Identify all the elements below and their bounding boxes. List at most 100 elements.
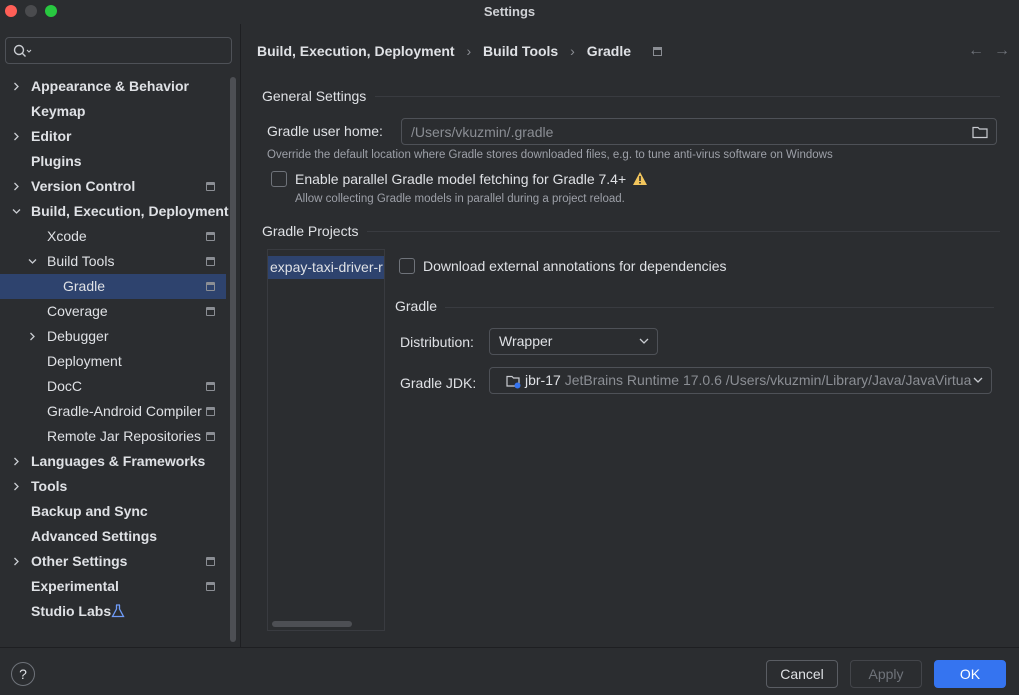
sidebar-item-label: Languages & Frameworks <box>31 453 206 469</box>
parallel-fetching-checkbox[interactable] <box>271 171 287 187</box>
chevron-right-icon: › <box>570 43 575 60</box>
download-annotations-checkbox[interactable] <box>399 258 415 274</box>
project-level-icon <box>206 432 215 441</box>
sidebar-item-label: DocC <box>47 378 83 394</box>
download-annotations-label[interactable]: Download external annotations for depend… <box>423 258 727 274</box>
flask-icon <box>111 604 125 618</box>
sidebar-item[interactable]: Build, Execution, Deployment <box>0 199 229 224</box>
chevron-right-icon[interactable] <box>12 457 21 466</box>
chevron-right-icon: › <box>466 43 472 60</box>
sidebar-item[interactable]: Remote Jar Repositories <box>0 424 226 449</box>
settings-search-input[interactable] <box>5 37 232 64</box>
project-level-icon <box>206 557 215 566</box>
project-level-icon <box>206 382 215 391</box>
search-icon <box>13 44 32 57</box>
projects-list-scrollbar[interactable] <box>272 621 352 627</box>
gradle-jdk-select[interactable]: jbr-17 JetBrains Runtime 17.0.6 /Users/v… <box>489 367 992 394</box>
gradle-user-home-field[interactable]: /Users/vkuzmin/.gradle <box>401 118 997 145</box>
distribution-select[interactable]: Wrapper <box>489 328 658 355</box>
back-arrow-icon[interactable]: ← <box>968 42 984 60</box>
chevron-right-icon[interactable] <box>12 132 21 141</box>
project-level-icon <box>206 582 215 591</box>
section-divider <box>375 96 1000 97</box>
sidebar-item[interactable]: Coverage <box>0 299 226 324</box>
sidebar-item[interactable]: Keymap <box>0 99 226 124</box>
sidebar-item[interactable]: Plugins <box>0 149 226 174</box>
sidebar-item[interactable]: Editor <box>0 124 226 149</box>
sidebar-item-label: Plugins <box>31 153 82 169</box>
gradle-jdk-label: Gradle JDK: <box>400 375 477 391</box>
sidebar-item[interactable]: Experimental <box>0 574 226 599</box>
sidebar-item-label: Other Settings <box>31 553 128 569</box>
sidebar-item-label: Xcode <box>47 228 87 244</box>
project-level-icon <box>206 307 215 316</box>
sidebar-item-label: Tools <box>31 478 68 494</box>
chevron-down-icon <box>639 338 649 344</box>
chevron-right-icon[interactable] <box>28 332 37 341</box>
settings-content: Build, Execution, Deployment › Build Too… <box>242 24 1019 647</box>
sidebar-item[interactable]: Appearance & Behavior <box>0 74 226 99</box>
sidebar-item[interactable]: Studio Labs <box>0 599 226 624</box>
breadcrumb-item[interactable]: Build Tools <box>483 43 558 59</box>
forward-arrow-icon[interactable]: → <box>994 42 1010 60</box>
folder-icon[interactable] <box>972 125 988 139</box>
sidebar-item[interactable]: Languages & Frameworks <box>0 449 226 474</box>
apply-button[interactable]: Apply <box>850 660 922 688</box>
sidebar-item[interactable]: Build Tools <box>0 249 226 274</box>
general-settings-title: General Settings <box>262 88 367 104</box>
project-level-icon <box>206 407 215 416</box>
chevron-right-icon[interactable] <box>12 182 21 191</box>
sidebar-item-label: Experimental <box>31 578 119 594</box>
title-bar: Settings <box>0 0 1019 24</box>
sidebar-item[interactable]: DocC <box>0 374 226 399</box>
sidebar-item[interactable]: Gradle-Android Compiler <box>0 399 226 424</box>
parallel-fetching-hint: Allow collecting Gradle models in parall… <box>295 193 625 205</box>
section-divider <box>367 231 1000 232</box>
sidebar-item[interactable]: Tools <box>0 474 226 499</box>
chevron-down-icon[interactable] <box>12 207 21 216</box>
warning-icon <box>633 172 647 185</box>
sidebar-item[interactable]: Advanced Settings <box>0 524 226 549</box>
section-divider <box>445 307 994 308</box>
sidebar-item[interactable]: Debugger <box>0 324 226 349</box>
gradle-user-home-value: /Users/vkuzmin/.gradle <box>411 124 554 140</box>
chevron-right-icon[interactable] <box>12 482 21 491</box>
distribution-value: Wrapper <box>499 333 553 349</box>
sidebar-item-label: Build, Execution, Deployment <box>31 203 229 219</box>
project-level-icon <box>206 257 215 266</box>
sidebar-item[interactable]: Backup and Sync <box>0 499 226 524</box>
sidebar-item-label: Gradle <box>63 278 106 294</box>
chevron-right-icon[interactable] <box>12 557 21 566</box>
ok-button[interactable]: OK <box>934 660 1006 688</box>
project-list-item[interactable]: expay-taxi-driver-r <box>268 256 384 279</box>
parallel-fetching-label[interactable]: Enable parallel Gradle model fetching fo… <box>295 171 626 187</box>
cancel-button[interactable]: Cancel <box>766 660 838 688</box>
breadcrumb: Build, Execution, Deployment › Build Too… <box>257 42 662 59</box>
sidebar-item[interactable]: Xcode <box>0 224 226 249</box>
help-button[interactable]: ? <box>11 662 35 686</box>
project-level-icon <box>206 282 215 291</box>
jdk-name: jbr-17 <box>525 372 561 388</box>
sidebar-item[interactable]: Deployment <box>0 349 226 374</box>
distribution-label: Distribution: <box>400 334 474 350</box>
chevron-right-icon[interactable] <box>12 82 21 91</box>
sidebar-scrollbar[interactable] <box>230 77 236 642</box>
gradle-projects-title: Gradle Projects <box>262 223 359 239</box>
sidebar-item-label: Deployment <box>47 353 122 369</box>
dialog-footer: ? Cancel Apply OK <box>0 647 1019 695</box>
breadcrumb-item: Gradle <box>586 43 632 60</box>
gradle-user-home-label: Gradle user home: <box>267 123 383 139</box>
settings-sidebar: Appearance & Behavior Keymap Editor Plugins… <box>0 24 241 647</box>
sidebar-item-label: Editor <box>31 128 72 144</box>
gradle-user-home-hint: Override the default location where Grad… <box>267 149 833 161</box>
sidebar-item-label: Appearance & Behavior <box>31 78 189 94</box>
sidebar-item-label: Gradle-Android Compiler <box>47 403 202 419</box>
chevron-down-icon[interactable] <box>28 257 37 266</box>
sidebar-item[interactable]: Gradle <box>0 274 226 299</box>
breadcrumb-item[interactable]: Build, Execution, Deployment <box>257 43 455 59</box>
gradle-projects-list[interactable]: expay-taxi-driver-r <box>267 249 385 631</box>
sidebar-item[interactable]: Other Settings <box>0 549 226 574</box>
sidebar-item[interactable]: Version Control <box>0 174 226 199</box>
jdk-folder-icon <box>506 375 521 389</box>
sidebar-item-label: Remote Jar Repositories <box>47 428 202 444</box>
